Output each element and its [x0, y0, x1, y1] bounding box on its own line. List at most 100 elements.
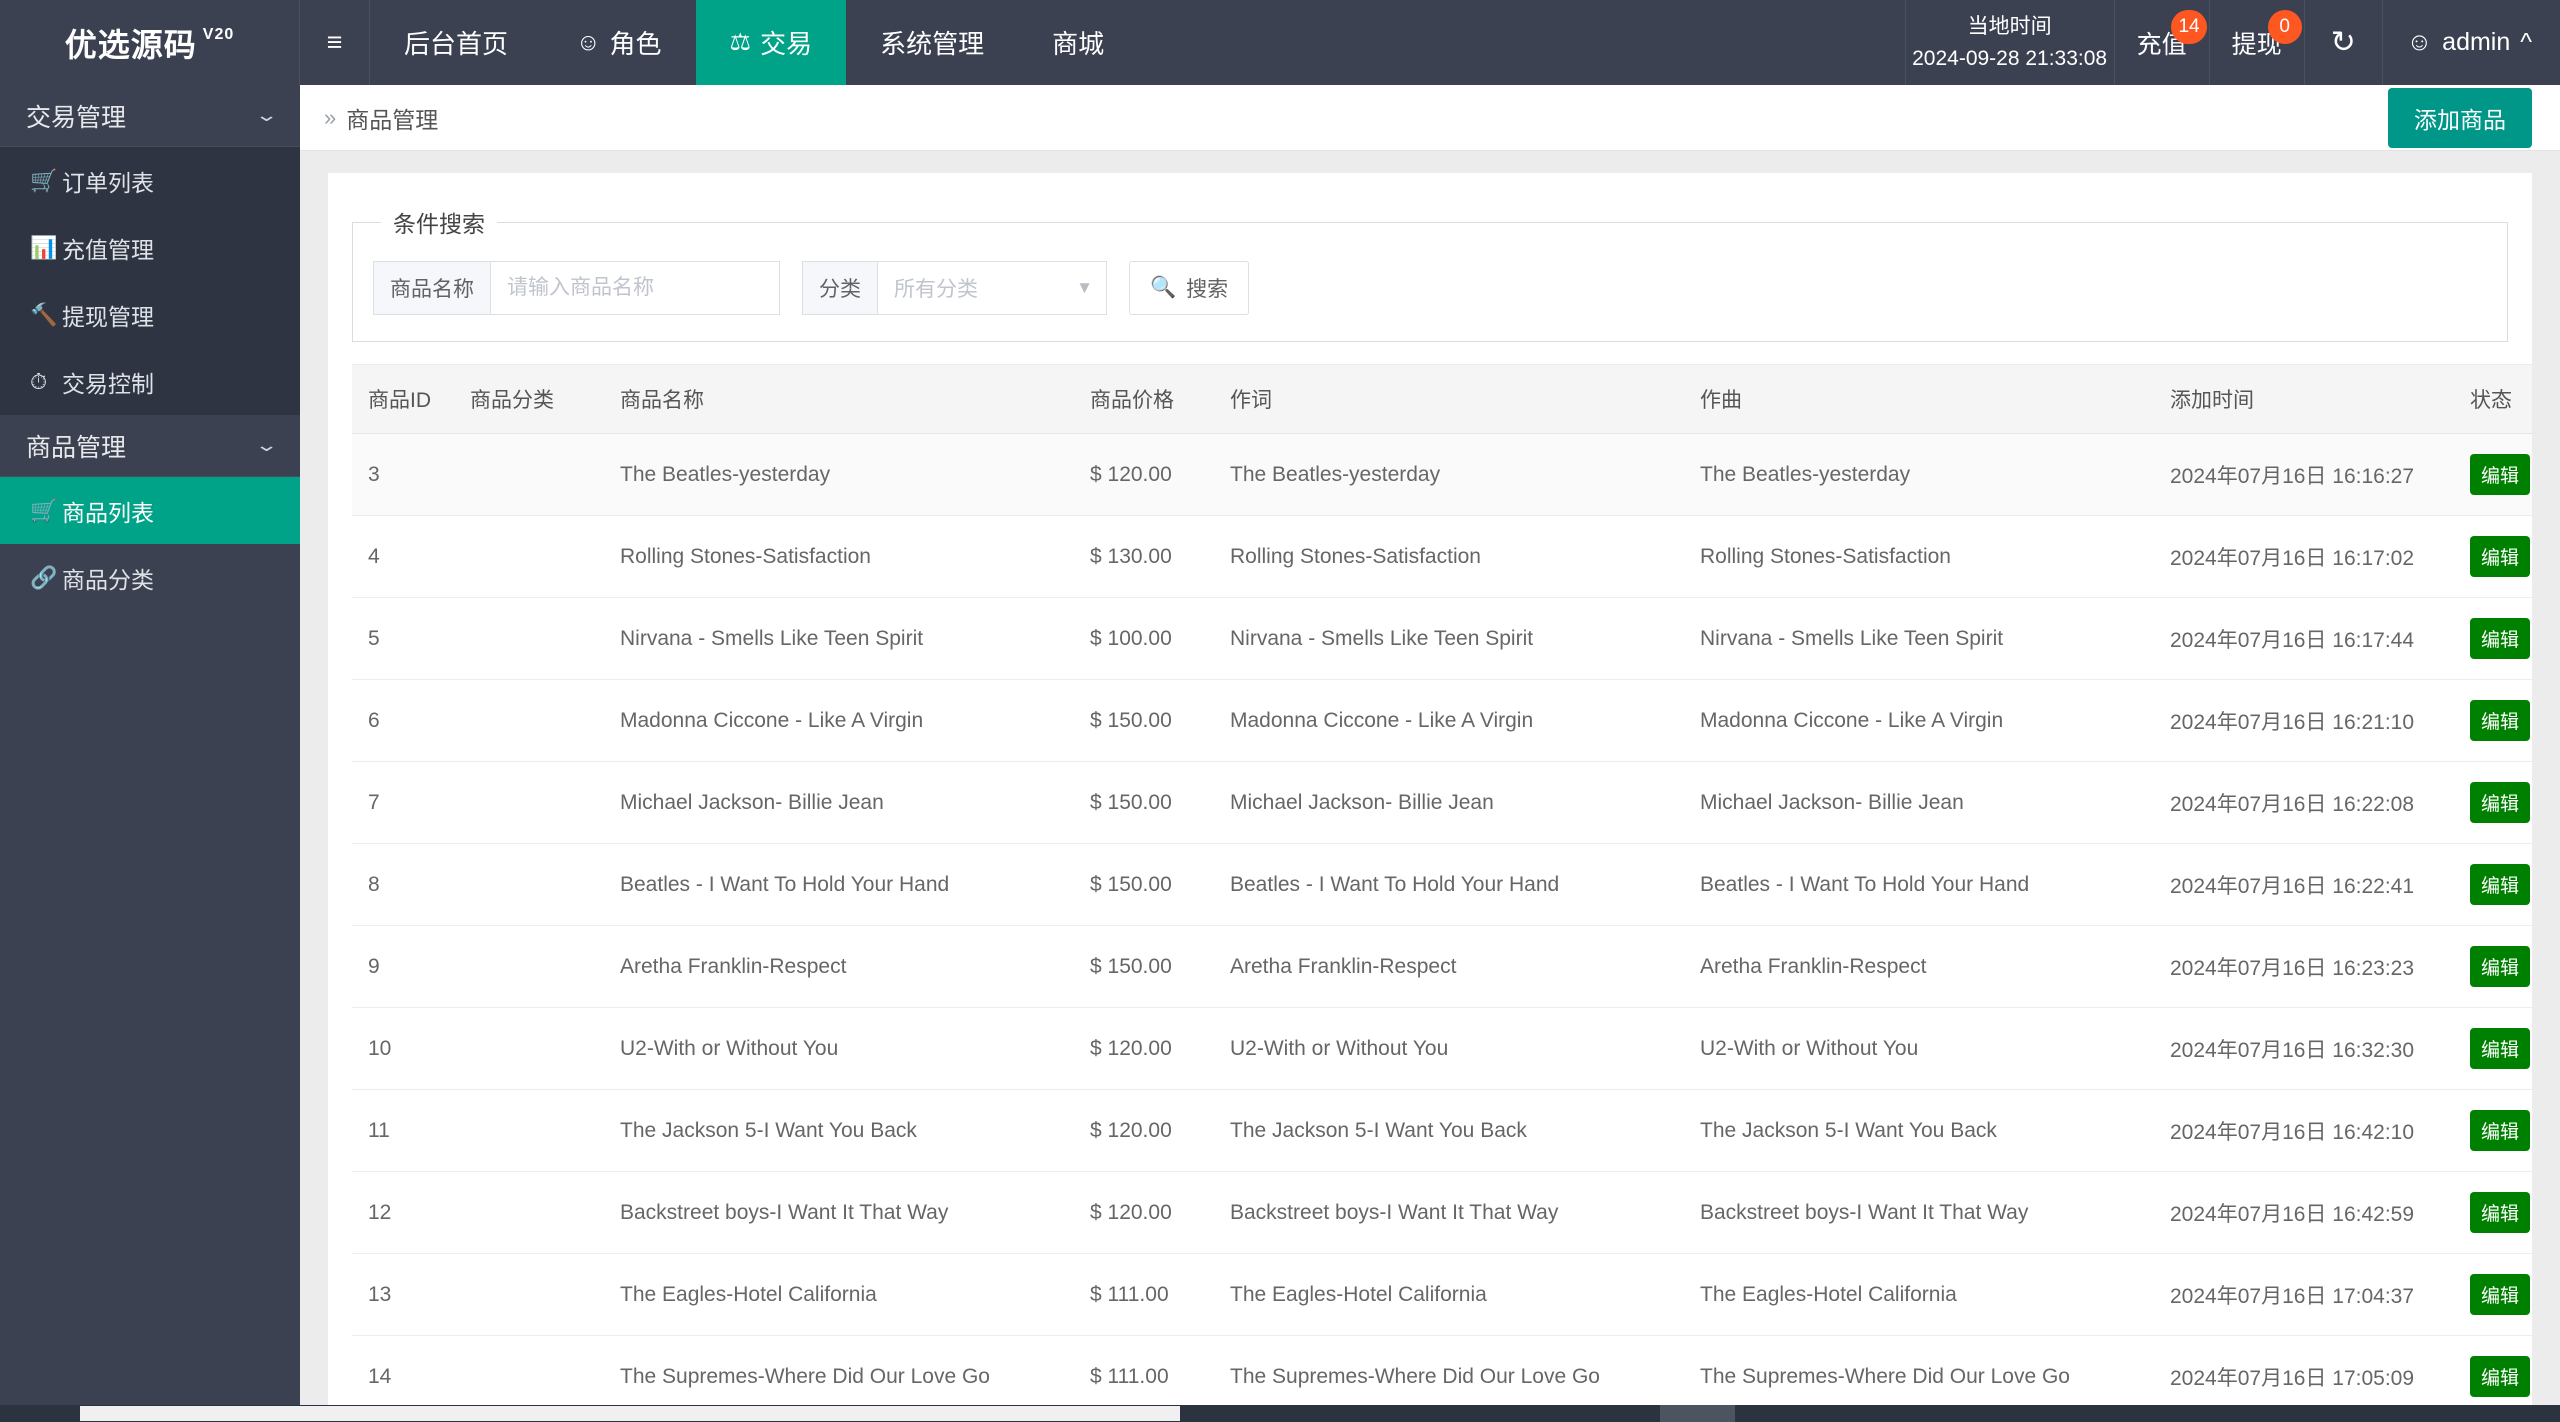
cell-product-name: Backstreet boys-I Want It That Way	[620, 1171, 1090, 1254]
search-panel-legend: 条件搜索	[393, 211, 485, 237]
cell-composer: Rolling Stones-Satisfaction	[1700, 515, 2170, 598]
tab-label: 系统管理	[880, 29, 985, 59]
table-head: 商品ID 商品分类 商品名称 商品价格 作词 作曲 添加时间 状态	[352, 364, 2532, 434]
cell-product-price: $ 120.00	[1090, 1007, 1230, 1090]
horizontal-scrollbar[interactable]	[0, 1405, 2560, 1422]
sidebar-group-trade-management[interactable]: 交易管理 ⌄	[0, 85, 300, 147]
cell-product-category	[470, 925, 620, 1008]
edit-button[interactable]: 编辑	[2470, 1274, 2531, 1315]
category-select[interactable]: 所有分类 ▼	[877, 261, 1107, 315]
chart-board-icon: 📊	[30, 234, 58, 260]
tab-system-management[interactable]: 系统管理	[846, 0, 1018, 85]
page-title: 商品管理	[346, 106, 439, 133]
cell-added-time: 2024年07月16日 16:22:08	[2170, 761, 2470, 844]
tab-label: 角色	[609, 29, 662, 59]
search-icon: 🔍	[1150, 276, 1177, 299]
sidebar-item-order-list[interactable]: 🛒 订单列表	[0, 147, 300, 214]
edit-button[interactable]: 编辑	[2470, 946, 2531, 987]
edit-button[interactable]: 编辑	[2470, 618, 2531, 659]
edit-button[interactable]: 编辑	[2470, 1356, 2531, 1397]
table-row: 6 Madonna Ciccone - Like A Virgin $ 150.00…	[352, 679, 2532, 762]
sidebar-item-withdraw-management[interactable]: 🔨 提现管理	[0, 281, 300, 348]
col-added-time: 添加时间	[2170, 364, 2470, 434]
tab-backend-home[interactable]: 后台首页	[370, 0, 542, 85]
tab-mall[interactable]: 商城	[1018, 0, 1138, 85]
menu-collapse-icon[interactable]: ≡	[300, 0, 370, 85]
product-name-input[interactable]	[490, 261, 780, 315]
cell-lyricist: Nirvana - Smells Like Teen Spirit	[1230, 597, 1700, 680]
cell-product-category	[470, 433, 620, 516]
cell-actions: 编辑删除	[2470, 843, 2532, 926]
edit-button[interactable]: 编辑	[2470, 454, 2531, 495]
cell-product-id: 7	[352, 761, 470, 844]
cell-actions: 编辑删除	[2470, 515, 2532, 598]
edit-button[interactable]: 编辑	[2470, 1192, 2531, 1233]
user-menu[interactable]: ☺ admin ^	[2383, 0, 2560, 85]
cell-product-id: 11	[352, 1089, 470, 1172]
edit-button[interactable]: 编辑	[2470, 864, 2531, 905]
cell-actions: 编辑删除	[2470, 761, 2532, 844]
cell-product-name: Rolling Stones-Satisfaction	[620, 515, 1090, 598]
cell-lyricist: The Beatles-yesterday	[1230, 433, 1700, 516]
cell-product-price: $ 130.00	[1090, 515, 1230, 598]
cell-actions: 编辑删除	[2470, 925, 2532, 1008]
sidebar-item-label: 商品列表	[62, 499, 154, 526]
tab-trade[interactable]: ⚖ 交易	[695, 0, 847, 85]
sidebar-group-product-management[interactable]: 商品管理 ⌄	[0, 415, 300, 477]
table-row: 8 Beatles - I Want To Hold Your Hand $ 150…	[352, 843, 2532, 926]
search-panel: 条件搜索 商品名称 分类 所有分类 ▼ 🔍	[352, 205, 2508, 342]
cell-actions: 编辑删除	[2470, 1007, 2532, 1090]
table-row: 4 Rolling Stones-Satisfaction $ 130.00 Roll…	[352, 515, 2532, 598]
edit-button[interactable]: 编辑	[2470, 1110, 2531, 1151]
withdraw-button[interactable]: 提现 0	[2210, 0, 2305, 85]
cell-product-id: 8	[352, 843, 470, 926]
tab-role[interactable]: ☺ 角色	[542, 0, 696, 85]
cell-actions: 编辑删除	[2470, 679, 2532, 762]
sidebar-item-trade-control[interactable]: ⏱ 交易控制	[0, 348, 300, 415]
chevron-down-icon: ▼	[1076, 278, 1093, 297]
gauge-icon: ⏱	[30, 368, 48, 394]
cell-product-name: Madonna Ciccone - Like A Virgin	[620, 679, 1090, 762]
tab-label: 商城	[1052, 29, 1105, 59]
cell-added-time: 2024年07月16日 16:42:10	[2170, 1089, 2470, 1172]
breadcrumb: » 商品管理	[324, 101, 438, 135]
add-product-button[interactable]: 添加商品	[2388, 87, 2532, 148]
cell-added-time: 2024年07月16日 16:17:02	[2170, 515, 2470, 598]
sidebar-item-product-category[interactable]: 🔗 商品分类	[0, 544, 300, 611]
edit-button[interactable]: 编辑	[2470, 1028, 2531, 1069]
edit-button[interactable]: 编辑	[2470, 536, 2531, 577]
chevron-up-icon: ^	[2520, 28, 2532, 56]
search-button[interactable]: 🔍 搜索	[1129, 261, 1250, 315]
cell-actions: 编辑删除	[2470, 1253, 2532, 1336]
cell-product-price: $ 111.00	[1090, 1253, 1230, 1336]
cart-outline-icon: 🛒	[30, 167, 58, 193]
edit-button[interactable]: 编辑	[2470, 700, 2531, 741]
col-status: 状态	[2470, 364, 2532, 434]
cell-product-category	[470, 761, 620, 844]
sidebar-item-product-list[interactable]: 🛒 商品列表	[0, 477, 300, 544]
sidebar-submenu-product: 🛒 商品列表 🔗 商品分类	[0, 477, 300, 611]
cell-lyricist: The Jackson 5-I Want You Back	[1230, 1089, 1700, 1172]
col-product-price: 商品价格	[1090, 364, 1230, 434]
table-row: 12 Backstreet boys-I Want It That Way $ 12…	[352, 1171, 2532, 1254]
recharge-button[interactable]: 充值 14	[2115, 0, 2210, 85]
horizontal-scrollbar-thumb[interactable]	[80, 1406, 1180, 1421]
cell-product-name: The Jackson 5-I Want You Back	[620, 1089, 1090, 1172]
cell-added-time: 2024年07月16日 16:22:41	[2170, 843, 2470, 926]
edit-button[interactable]: 编辑	[2470, 782, 2531, 823]
cell-lyricist: Backstreet boys-I Want It That Way	[1230, 1171, 1700, 1254]
cell-lyricist: Rolling Stones-Satisfaction	[1230, 515, 1700, 598]
breadcrumb-separator: »	[324, 104, 337, 130]
product-name-label: 商品名称	[373, 261, 490, 315]
cell-lyricist: Madonna Ciccone - Like A Virgin	[1230, 679, 1700, 762]
table-row: 10 U2-With or Without You $ 120.00 U2-With …	[352, 1007, 2532, 1090]
tab-label: 交易	[760, 29, 813, 59]
sidebar-item-label: 充值管理	[62, 236, 154, 263]
top-nav-items: 后台首页 ☺ 角色 ⚖ 交易 系统管理 商城	[370, 0, 1138, 85]
cell-actions: 编辑删除	[2470, 1089, 2532, 1172]
sidebar-item-label: 订单列表	[62, 169, 154, 196]
cell-product-name: The Eagles-Hotel California	[620, 1253, 1090, 1336]
sidebar-item-recharge-management[interactable]: 📊 充值管理	[0, 214, 300, 281]
refresh-icon[interactable]: ↻	[2305, 0, 2383, 85]
